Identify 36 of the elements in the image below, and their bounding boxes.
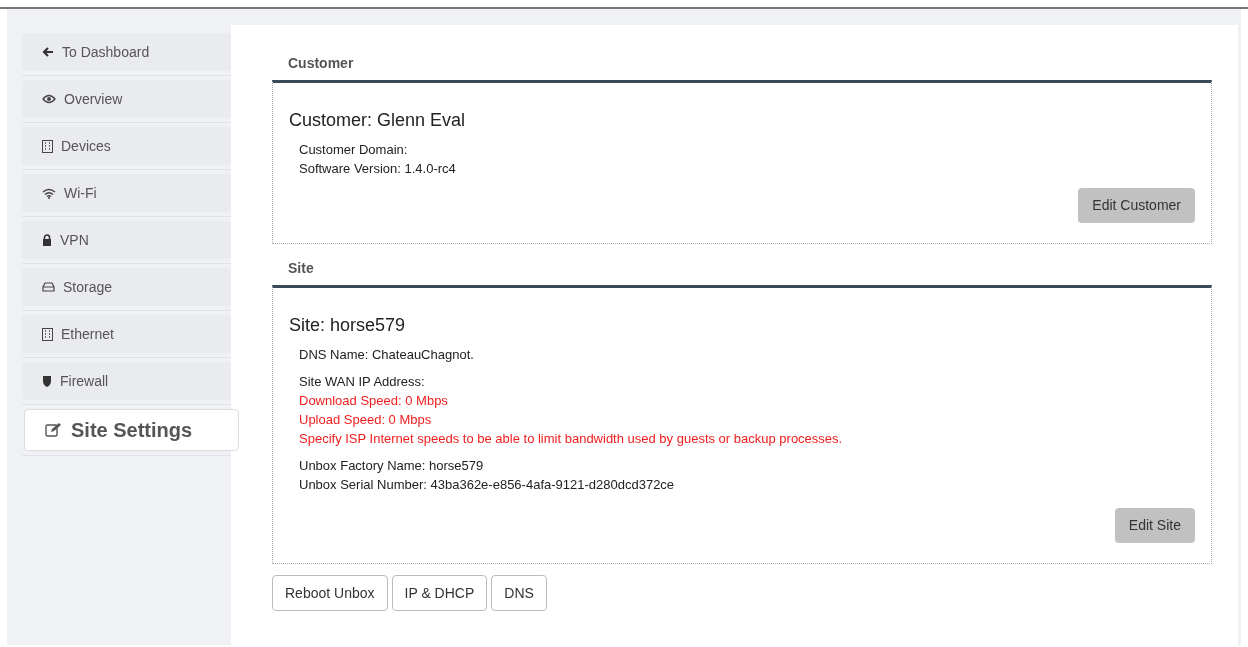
sidebar-item[interactable]: To Dashboard bbox=[22, 33, 231, 71]
shield-icon bbox=[42, 375, 52, 387]
section-heading: Site bbox=[288, 259, 315, 278]
sidebar-item[interactable]: Wi-Fi bbox=[22, 174, 231, 212]
action-button[interactable]: Reboot Unbox bbox=[272, 575, 388, 611]
info-text: Unbox Serial Number: 43ba362e-e856-4afa-9121-d280dcd372ce bbox=[299, 476, 675, 494]
arrow-left-icon bbox=[42, 46, 54, 58]
panel-title: Customer: Glenn Eval bbox=[289, 109, 467, 132]
sidebar-item[interactable]: Firewall bbox=[22, 362, 231, 400]
building-icon bbox=[42, 327, 53, 341]
wifi-icon bbox=[42, 187, 56, 199]
sidebar-item[interactable]: Devices bbox=[22, 127, 231, 165]
sidebar-item[interactable]: Ethernet bbox=[22, 315, 231, 353]
info-text: DNS Name: ChateauChagnot. bbox=[299, 346, 474, 364]
action-button[interactable]: IP & DHCP bbox=[391, 575, 488, 611]
hard-drive-icon bbox=[42, 282, 55, 292]
info-text: Unbox Factory Name: horse579 bbox=[299, 457, 484, 475]
sidebar-item[interactable]: Overview bbox=[22, 80, 231, 118]
eye-icon bbox=[42, 94, 56, 104]
info-text: Software Version: 1.4.0-rc4 bbox=[299, 160, 456, 178]
sidebar-item[interactable]: VPN bbox=[22, 221, 231, 259]
sidebar-item[interactable]: Storage bbox=[22, 268, 231, 306]
edit-icon bbox=[45, 422, 61, 438]
edit-button[interactable]: Edit Site bbox=[1114, 508, 1195, 543]
action-button[interactable]: DNS bbox=[491, 575, 547, 611]
sidebar-item[interactable]: Site Settings bbox=[24, 409, 239, 451]
info-text: Site WAN IP Address: bbox=[299, 373, 425, 391]
warning-text: Upload Speed: 0 Mbps bbox=[299, 411, 432, 429]
warning-text: Download Speed: 0 Mbps bbox=[299, 392, 448, 410]
lock-icon bbox=[42, 234, 52, 246]
edit-button[interactable]: Edit Customer bbox=[1078, 188, 1195, 223]
section-heading: Customer bbox=[288, 54, 355, 73]
warning-text: Specify ISP Internet speeds to be able to limit bandwidth used by guests or backup processes. bbox=[299, 430, 843, 448]
building-icon bbox=[42, 139, 53, 153]
panel-title: Site: horse579 bbox=[289, 314, 407, 337]
info-text: Customer Domain: bbox=[299, 141, 408, 159]
